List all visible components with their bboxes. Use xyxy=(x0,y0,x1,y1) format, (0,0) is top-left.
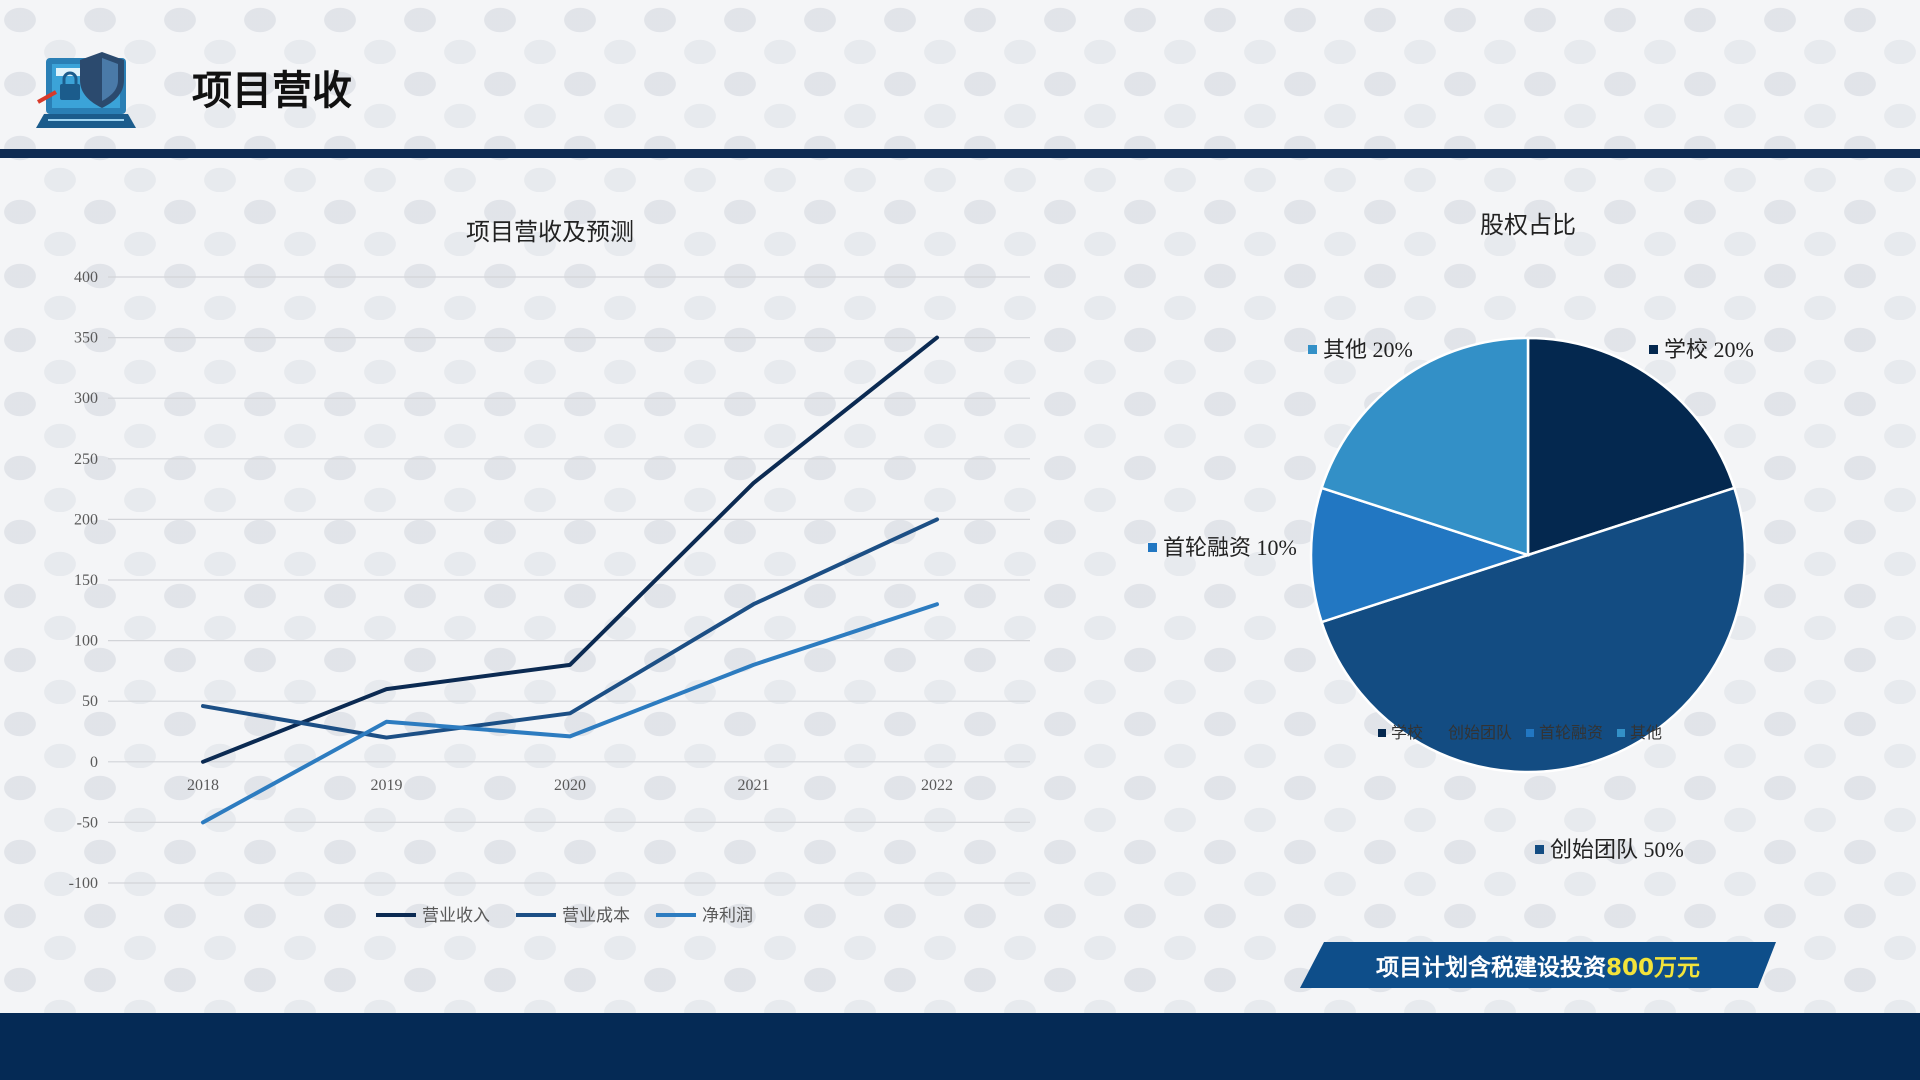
y-tick-label: 150 xyxy=(74,572,98,589)
y-tick-label: 0 xyxy=(90,754,98,771)
x-tick-label: 2019 xyxy=(371,777,403,794)
header: 项目营收 xyxy=(0,0,1920,150)
pie-data-label: 创始团队 50% xyxy=(1550,837,1684,862)
legend-marker xyxy=(1435,729,1443,737)
legend-label: 净利润 xyxy=(702,906,753,926)
y-tick-label: 200 xyxy=(74,511,98,528)
line-chart: 项目营收及预测 400 350 300 250 200 150 100 50 0 -50 -100 20… xyxy=(69,218,1030,926)
y-tick-label: 350 xyxy=(74,330,98,347)
x-tick-label: 2021 xyxy=(738,777,770,794)
y-tick-label: 300 xyxy=(74,390,98,407)
investment-banner: 项目计划含税建设投资 800万元 xyxy=(1300,942,1776,988)
pie-label-marker xyxy=(1649,345,1658,354)
pie-label-marker xyxy=(1148,543,1157,552)
legend-label: 首轮融资 xyxy=(1539,723,1603,742)
banner-highlight: 800万元 xyxy=(1605,955,1700,981)
legend-marker xyxy=(1617,729,1625,737)
pie-chart-title: 股权占比 xyxy=(1480,211,1576,239)
y-tick-label: 50 xyxy=(82,693,98,710)
pie-label-marker xyxy=(1308,345,1317,354)
x-tick-label: 2018 xyxy=(187,777,219,794)
pie-data-label: 首轮融资 10% xyxy=(1163,535,1297,560)
series-line xyxy=(201,517,939,740)
line-chart-title: 项目营收及预测 xyxy=(466,218,634,246)
legend-marker xyxy=(1526,729,1534,737)
series-line xyxy=(201,335,939,764)
legend-label: 其他 xyxy=(1630,723,1662,742)
header-divider xyxy=(0,149,1920,158)
pie-data-label: 学校 20% xyxy=(1664,337,1754,362)
line-chart-panel: 项目营收及预测 400 350 300 250 200 150 100 50 0 -50 -100 20… xyxy=(40,200,1040,950)
x-tick-label: 2020 xyxy=(554,777,586,794)
legend-label: 营业收入 xyxy=(422,906,490,926)
legend-label: 创始团队 xyxy=(1448,723,1512,742)
footer-bar xyxy=(0,1013,1920,1080)
y-tick-label: -100 xyxy=(69,875,98,892)
pie-data-label: 其他 20% xyxy=(1323,337,1413,362)
legend-label: 营业成本 xyxy=(562,906,630,926)
pie-chart: 股权占比学校 20% 创始团队 50% 首轮融资 10% 其他 20% 学校 创始团队 首轮… xyxy=(1148,211,1754,862)
y-tick-label: 100 xyxy=(74,633,98,650)
page-title: 项目营收 xyxy=(192,68,352,114)
banner-text: 项目计划含税建设投资 800万元 xyxy=(1300,942,1776,988)
pie-chart-panel: 股权占比学校 20% 创始团队 50% 首轮融资 10% 其他 20% 学校 创始团队 首轮… xyxy=(1040,190,1920,930)
x-tick-label: 2022 xyxy=(921,777,953,794)
banner-prefix: 项目计划含税建设投资 xyxy=(1375,955,1606,981)
y-tick-label: 400 xyxy=(74,269,98,286)
y-tick-label: -50 xyxy=(77,814,98,831)
legend-label: 学校 xyxy=(1391,723,1423,742)
pie-label-marker xyxy=(1535,845,1544,854)
legend-marker xyxy=(1378,729,1386,737)
laptop-shield-icon xyxy=(36,52,136,128)
y-tick-label: 250 xyxy=(74,451,98,468)
